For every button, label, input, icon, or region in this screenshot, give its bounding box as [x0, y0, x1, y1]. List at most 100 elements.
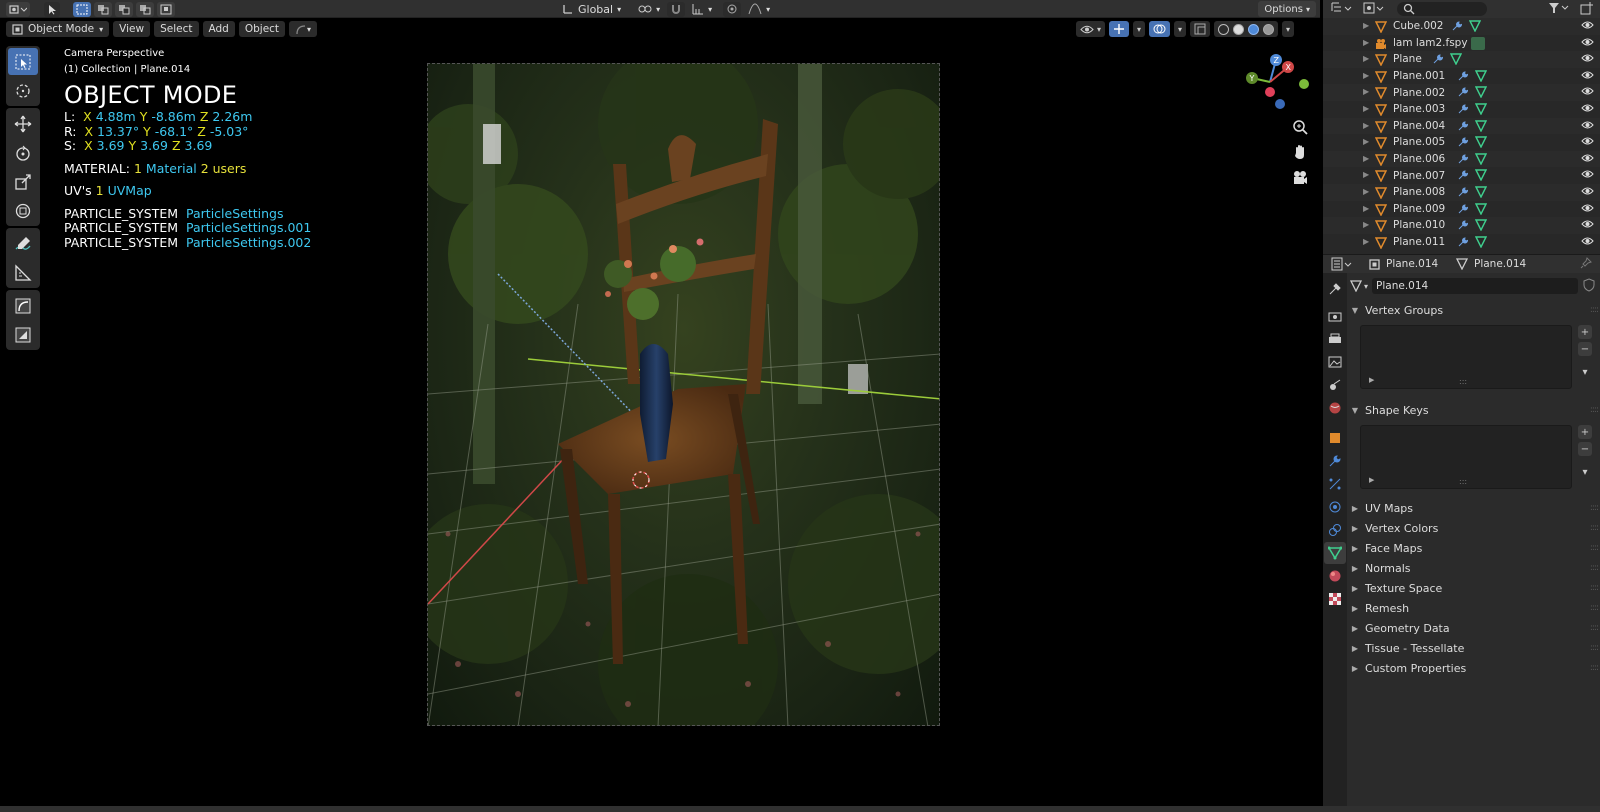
scale-tool[interactable] [8, 168, 38, 195]
outliner-row[interactable]: ▶ Plane.009 [1323, 201, 1600, 218]
zoom-icon[interactable] [1289, 116, 1311, 138]
expand-arrow-icon[interactable]: ▶ [1363, 204, 1369, 213]
drag-grip-icon[interactable]: :::: [1590, 305, 1599, 315]
select-tool-button[interactable] [44, 1, 60, 17]
tab-render[interactable] [1324, 305, 1346, 327]
options-dropdown[interactable]: Options ▾ [1258, 1, 1316, 17]
mesh-data-triangle-icon[interactable] [1475, 119, 1487, 132]
add-vertex-group-button[interactable]: + [1578, 325, 1592, 339]
expand-arrow-icon[interactable]: ▶ [1363, 170, 1369, 179]
select-box-mode-subtract[interactable] [115, 1, 133, 17]
add-cube-tool[interactable] [8, 292, 38, 319]
expand-arrow-icon[interactable]: ▶ [1363, 220, 1369, 229]
drag-grip-icon[interactable]: :::: [1590, 543, 1599, 553]
mesh-data-triangle-icon[interactable] [1475, 219, 1487, 232]
select-box-mode-intersect[interactable] [157, 1, 175, 17]
modifier-wrench-icon[interactable] [1457, 120, 1469, 132]
shape-keys-list[interactable]: ▶ ::: [1360, 425, 1572, 489]
eye-visibility-icon[interactable] [1581, 136, 1594, 149]
drag-grip-icon[interactable]: :::: [1590, 503, 1599, 513]
new-collection-button[interactable] [1580, 2, 1594, 18]
solid-shading-icon[interactable] [1232, 23, 1244, 35]
tab-physics[interactable] [1324, 496, 1346, 518]
outliner-row[interactable]: ▶ Plane.011 [1323, 234, 1600, 251]
outliner-row[interactable]: ▶ Plane.007 [1323, 167, 1600, 184]
eye-visibility-icon[interactable] [1581, 86, 1594, 99]
mesh-data-triangle-icon[interactable] [1475, 70, 1487, 82]
drag-grip-icon[interactable]: :::: [1590, 663, 1599, 673]
eye-visibility-icon[interactable] [1581, 236, 1594, 249]
outliner-row[interactable]: ▶ Plane.005 [1323, 134, 1600, 151]
drag-grip-icon[interactable]: :::: [1590, 563, 1599, 573]
camera-data-icon[interactable] [1471, 36, 1485, 50]
visibility-dropdown[interactable]: ▾ [1075, 21, 1105, 37]
select-box-mode-new[interactable] [73, 1, 91, 17]
mesh-data-triangle-icon[interactable] [1469, 20, 1481, 32]
expand-arrow-icon[interactable]: ▶ [1363, 104, 1369, 113]
expand-arrow-icon[interactable]: ▶ [1363, 154, 1369, 163]
tab-mesh-data[interactable] [1324, 542, 1346, 564]
eye-visibility-icon[interactable] [1581, 103, 1594, 116]
tab-scene[interactable] [1324, 374, 1346, 396]
proportional-falloff-dropdown[interactable]: ▾ [744, 2, 774, 17]
expand-arrow-icon[interactable]: ▶ [1363, 54, 1369, 63]
transform-tool[interactable] [8, 197, 38, 224]
eye-visibility-icon[interactable] [1581, 169, 1594, 182]
select-box-mode-extend[interactable] [94, 1, 112, 17]
modifier-wrench-icon[interactable] [1451, 20, 1463, 32]
expand-arrow-icon[interactable]: ▶ [1363, 187, 1369, 196]
snap-target-dropdown[interactable]: ▾ [688, 2, 716, 17]
tab-particles[interactable] [1324, 473, 1346, 495]
drag-grip-icon[interactable]: :::: [1590, 523, 1599, 533]
list-expand-icon[interactable]: ▶ [1369, 476, 1374, 484]
fake-user-shield-icon[interactable] [1582, 277, 1596, 295]
eye-visibility-icon[interactable] [1581, 219, 1594, 232]
expand-arrow-icon[interactable]: ▶ [1363, 38, 1369, 47]
outliner-row[interactable]: ▶ Plane.006 [1323, 150, 1600, 168]
overlay-dropdown[interactable]: ▾ [1173, 21, 1186, 37]
outliner-row[interactable]: ▶ Plane.004 [1323, 117, 1600, 135]
panel-collapsed[interactable]: ▶ Vertex Colors:::: [1350, 519, 1600, 537]
xray-toggle[interactable] [1189, 21, 1210, 37]
add-shape-key-button[interactable]: + [1578, 425, 1592, 439]
mesh-data-triangle-icon[interactable] [1475, 186, 1487, 198]
remove-shape-key-button[interactable]: − [1578, 442, 1592, 456]
modifier-wrench-icon[interactable] [1457, 103, 1469, 115]
tab-constraints[interactable] [1324, 519, 1346, 541]
select-box-tool[interactable] [8, 48, 38, 75]
gizmo-toggle[interactable] [1108, 21, 1129, 37]
transform-orientation-dropdown[interactable]: Global ▾ [558, 2, 625, 17]
list-resize-grip-icon[interactable]: ::: [1459, 377, 1467, 386]
expand-arrow-icon[interactable]: ▶ [1363, 137, 1369, 146]
tab-output[interactable] [1324, 328, 1346, 350]
panel-collapsed[interactable]: ▶ Geometry Data:::: [1350, 619, 1600, 637]
list-expand-icon[interactable]: ▶ [1369, 376, 1374, 384]
annotate-tool[interactable] [8, 230, 38, 257]
outliner-row[interactable]: ▶ Plane [1323, 51, 1600, 68]
outliner-row[interactable]: ▶ lam lam2.fspy [1323, 35, 1600, 52]
outliner-search-input[interactable] [1397, 2, 1487, 16]
panel-collapsed[interactable]: ▶ Tissue - Tessellate:::: [1350, 639, 1600, 657]
panel-shape-keys[interactable]: ▼ Shape Keys :::: [1350, 401, 1600, 419]
modifier-wrench-icon[interactable] [1457, 169, 1469, 181]
list-resize-grip-icon[interactable]: ::: [1459, 477, 1467, 486]
vertex-groups-list[interactable]: ▶ ::: [1360, 325, 1572, 389]
expand-arrow-icon[interactable]: ▶ [1363, 71, 1369, 80]
drag-grip-icon[interactable]: :::: [1590, 583, 1599, 593]
outliner-row[interactable]: ▶ Plane.001 [1323, 68, 1600, 85]
mesh-name-field[interactable]: Plane.014 [1372, 278, 1578, 294]
modifier-wrench-icon[interactable] [1457, 186, 1469, 198]
panel-collapsed[interactable]: ▶ Remesh:::: [1350, 599, 1600, 617]
mesh-browse-dropdown[interactable]: ▾ [1350, 280, 1368, 292]
mesh-data-triangle-icon[interactable] [1475, 86, 1487, 99]
outliner-row[interactable]: ▶ Plane.010 [1323, 217, 1600, 234]
outliner-row[interactable]: ▶ Plane.008 [1323, 183, 1600, 201]
panel-collapsed[interactable]: ▶ Texture Space:::: [1350, 579, 1600, 597]
mesh-data-triangle-icon[interactable] [1475, 103, 1487, 115]
select-box-mode-invert[interactable] [136, 1, 154, 17]
drag-grip-icon[interactable]: :::: [1590, 643, 1599, 653]
panel-collapsed[interactable]: ▶ Custom Properties:::: [1350, 659, 1600, 677]
navigation-gizmo[interactable]: Z X Y [1240, 52, 1310, 112]
tab-texture[interactable] [1324, 588, 1346, 610]
tab-object[interactable] [1324, 427, 1346, 449]
